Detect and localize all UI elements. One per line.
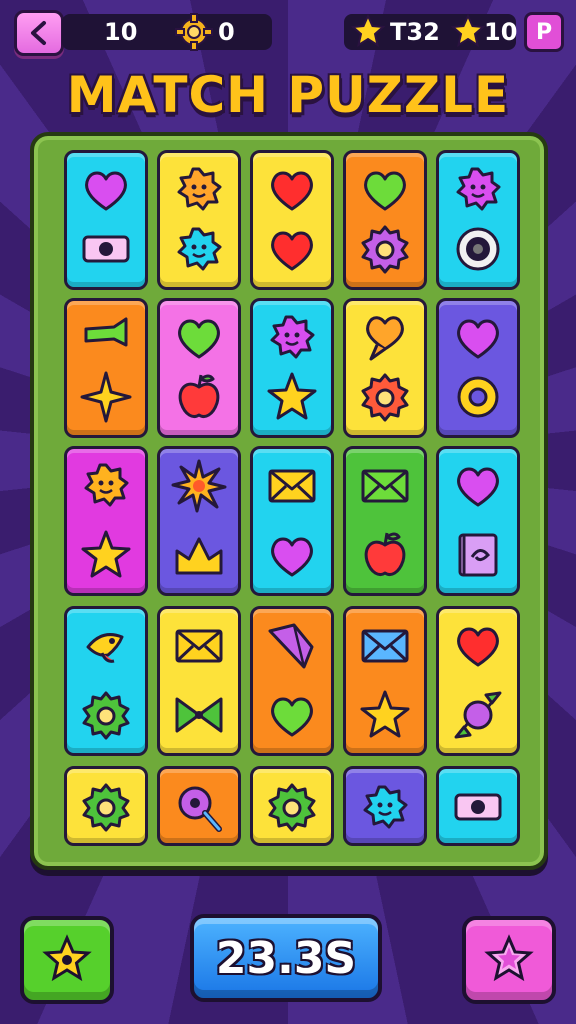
puzzle-tile[interactable]: [64, 606, 148, 756]
candy-icon: [454, 691, 502, 739]
puzzle-tile[interactable]: [436, 766, 520, 846]
puzzle-tile[interactable]: [157, 446, 241, 596]
lollipop-icon: [178, 786, 222, 832]
apple-icon: [178, 374, 220, 418]
burst-icon: [171, 459, 227, 513]
flower-icon: [361, 373, 409, 422]
coins-value: 0: [218, 18, 235, 46]
envelope-icon: [175, 629, 223, 663]
puzzle-tile[interactable]: [436, 150, 520, 290]
pause-label: P: [535, 19, 553, 45]
speech-heart-icon: [366, 316, 404, 361]
heart-icon: [178, 319, 220, 359]
star-icon: [267, 372, 317, 420]
game-title: MATCH PUZZLE: [66, 66, 510, 124]
moves-coins-panel: 10 0: [62, 13, 272, 51]
envelope-icon: [361, 629, 409, 663]
sparkle-icon: [80, 371, 132, 423]
puzzle-tile[interactable]: [343, 766, 427, 846]
heart-icon: [271, 697, 313, 737]
gear-coin-icon: [175, 13, 213, 51]
cash-icon: [82, 235, 130, 263]
puzzle-tile[interactable]: [250, 298, 334, 438]
timer-display: 23.3S: [190, 914, 382, 1002]
puzzle-tile[interactable]: [157, 606, 241, 756]
star-icon: [42, 934, 92, 982]
puzzle-tile[interactable]: [250, 766, 334, 846]
star-icon: [81, 530, 131, 578]
blob-icon: [456, 167, 501, 211]
puzzle-board: [30, 132, 548, 870]
cash-icon: [454, 793, 502, 821]
ring-icon: [457, 376, 499, 418]
envelope-icon: [361, 469, 409, 503]
puzzle-tile[interactable]: [436, 446, 520, 596]
heart-icon: [457, 319, 499, 359]
envelope-icon: [268, 469, 316, 503]
blob-icon: [84, 463, 129, 507]
flower-icon: [82, 691, 130, 740]
heart-icon: [271, 537, 313, 577]
heart-icon: [271, 231, 313, 271]
puzzle-tile[interactable]: [250, 446, 334, 596]
star-bonus-button[interactable]: [462, 916, 556, 1004]
heart-icon: [85, 171, 127, 211]
blob-icon: [177, 227, 222, 271]
puzzle-tile[interactable]: [64, 150, 148, 290]
flower-icon: [268, 783, 316, 832]
puzzle-tile[interactable]: [64, 446, 148, 596]
blob-icon: [177, 167, 222, 211]
flower-icon: [82, 783, 130, 832]
gem-icon: [268, 623, 314, 669]
heart-icon: [457, 627, 499, 667]
puzzle-tile[interactable]: [157, 298, 241, 438]
star-icon: [360, 690, 410, 738]
puzzle-tile[interactable]: [343, 446, 427, 596]
heart-icon: [271, 171, 313, 211]
puzzle-tile[interactable]: [436, 606, 520, 756]
top-bar: 10 0 T32 10 P: [0, 0, 576, 66]
puzzle-tile[interactable]: [157, 766, 241, 846]
crown-icon: [175, 537, 223, 575]
puzzle-tile[interactable]: [64, 298, 148, 438]
stars-value: T32: [390, 18, 440, 46]
flower-icon: [361, 225, 409, 274]
fish-icon: [86, 633, 124, 663]
puzzle-tile[interactable]: [250, 150, 334, 290]
puzzle-tile[interactable]: [250, 606, 334, 756]
blob-icon: [270, 315, 315, 359]
star-icon: [350, 13, 386, 48]
heart-icon: [457, 467, 499, 507]
star-icon: [484, 934, 534, 982]
puzzle-tile[interactable]: [436, 298, 520, 438]
bowtie-icon: [175, 697, 223, 733]
puzzle-tile[interactable]: [343, 298, 427, 438]
stars-lives-panel: T32 10: [344, 13, 518, 50]
star-hint-button[interactable]: [20, 916, 114, 1004]
puzzle-tile[interactable]: [64, 766, 148, 846]
apple-icon: [364, 532, 406, 576]
chevron-left-icon: [31, 21, 46, 45]
book-icon: [458, 533, 498, 577]
speaker-icon: [456, 227, 500, 271]
lives-value: 10: [484, 18, 518, 46]
puzzle-tile[interactable]: [343, 606, 427, 756]
star-icon: [450, 13, 486, 48]
tube-icon: [84, 317, 128, 347]
pause-button[interactable]: P: [524, 12, 564, 52]
back-button[interactable]: [14, 10, 64, 56]
heart-icon: [364, 171, 406, 211]
blob-icon: [363, 785, 408, 829]
puzzle-tile[interactable]: [157, 150, 241, 290]
puzzle-tile[interactable]: [343, 150, 427, 290]
moves-value: 10: [104, 18, 138, 46]
